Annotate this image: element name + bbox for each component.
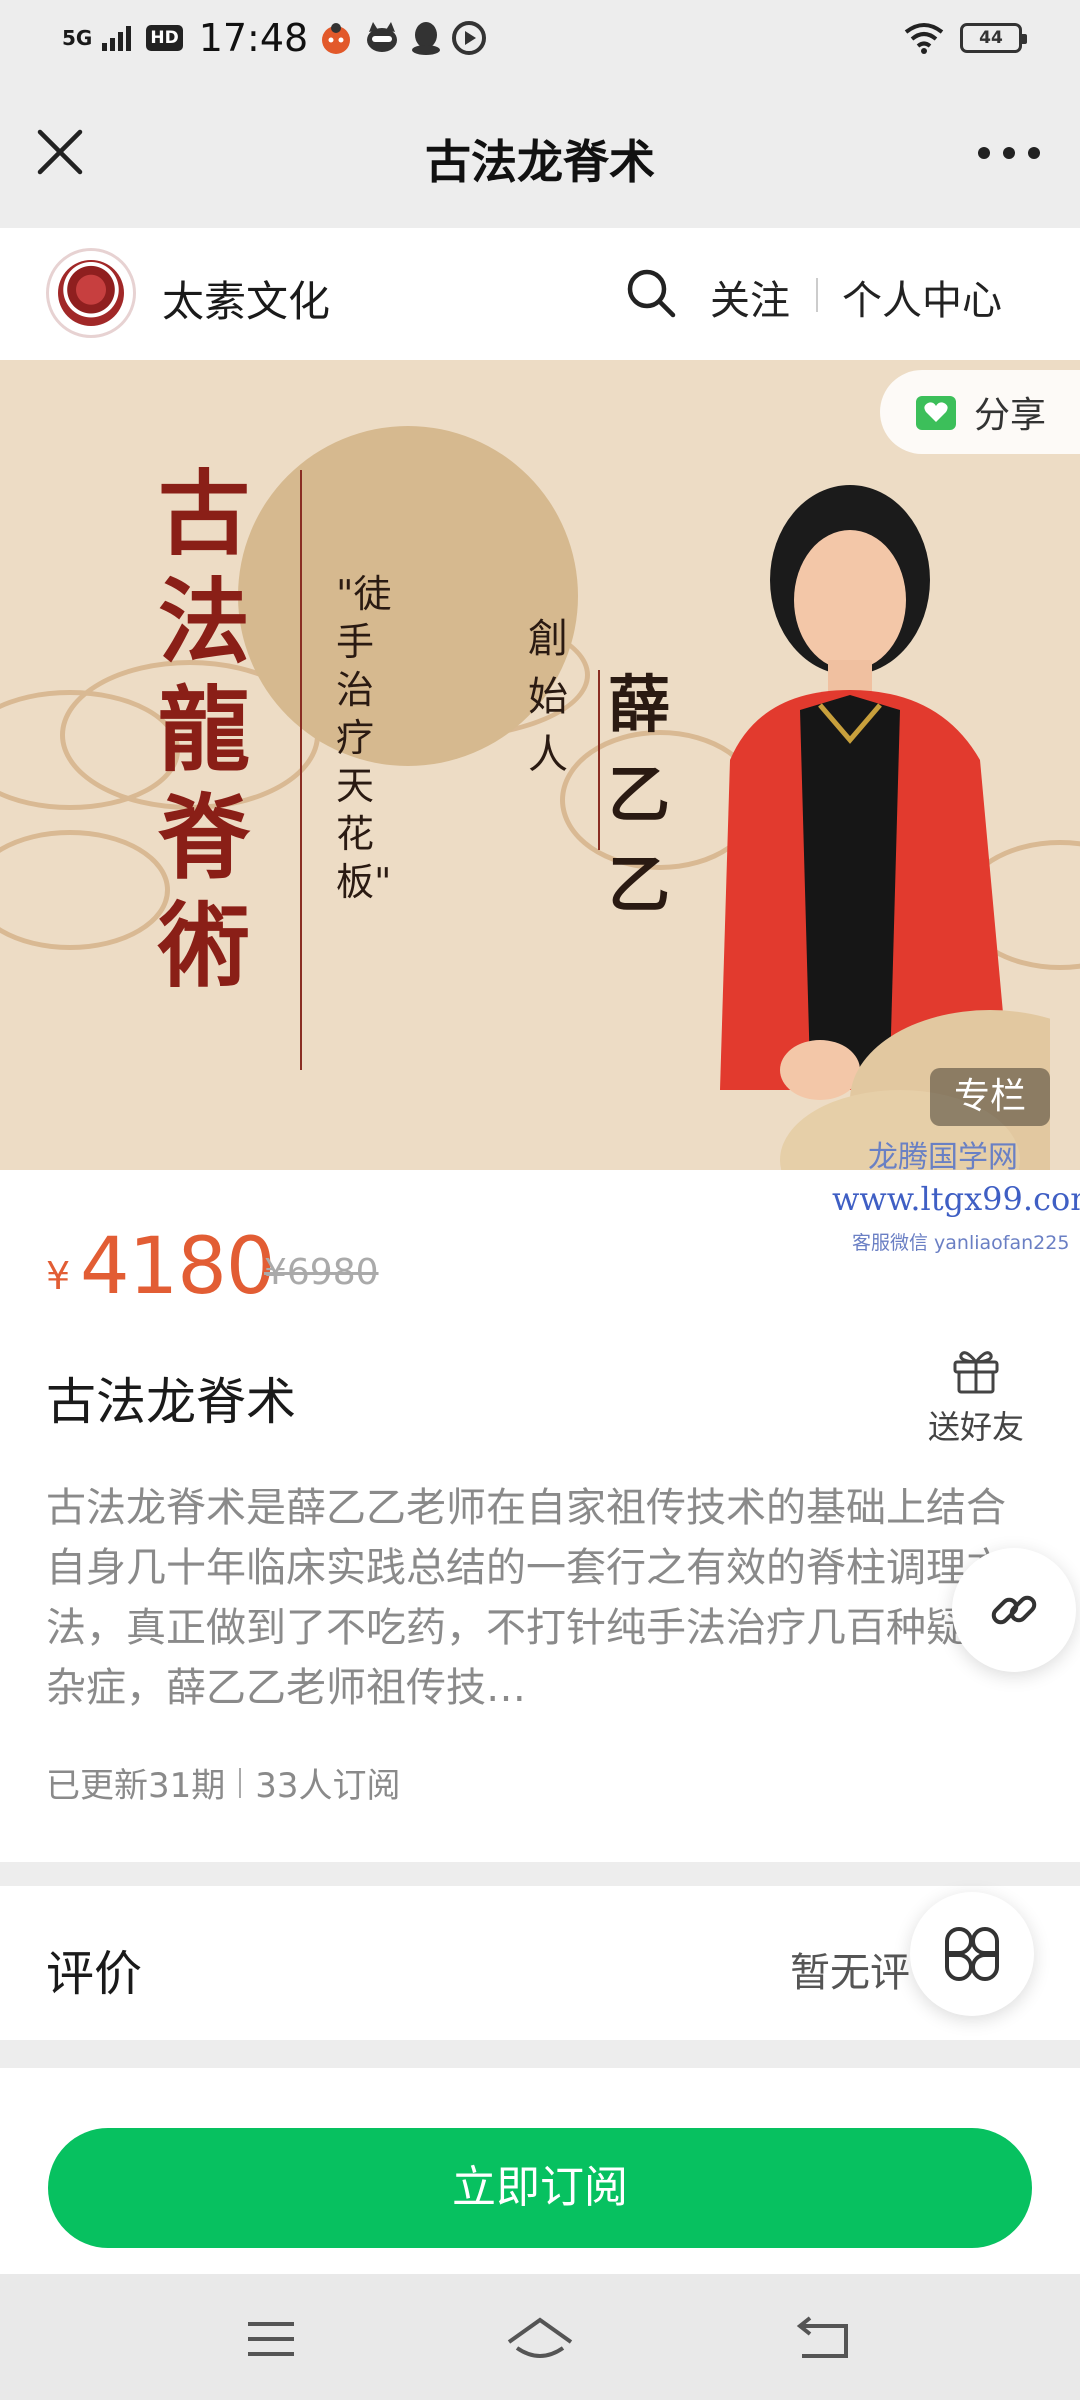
course-banner: 古法龍脊術 "徒手治疗天花板" 創始人 薛乙乙 分享 专栏 xyxy=(0,360,1080,1170)
video-app-icon xyxy=(452,21,487,55)
signal-icon xyxy=(102,26,132,51)
link-icon xyxy=(991,1595,1037,1625)
more-icon[interactable] xyxy=(974,140,1044,166)
subscribe-button[interactable]: 立即订阅 xyxy=(48,2128,1032,2248)
divider xyxy=(816,278,818,312)
page-title: 古法龙脊术 xyxy=(425,135,655,189)
review-title: 评价 xyxy=(46,1946,143,2002)
clock: 17:48 xyxy=(198,16,309,60)
cloud-decoration xyxy=(0,830,170,950)
product-title: 古法龙脊术 xyxy=(46,1373,296,1431)
shop-name[interactable]: 太素文化 xyxy=(162,268,330,329)
menu-grid-button[interactable] xyxy=(910,1892,1034,2016)
wifi-icon xyxy=(904,23,944,54)
grid-icon xyxy=(945,1927,999,1981)
product-description: 古法龙脊术是薛乙乙老师在自家祖传技术的基础上结合自身几十年临床实践总结的一套行之… xyxy=(46,1485,1006,1711)
nav-bar: 古法龙脊术 xyxy=(0,78,1080,228)
original-price: ¥6980 xyxy=(264,1252,379,1293)
shop-header: 太素文化 关注 个人中心 xyxy=(0,228,1080,360)
gift-label: 送好友 xyxy=(928,1408,1025,1446)
watermark-site-name: 龙腾国学网 xyxy=(868,1140,1018,1175)
product-meta: 已更新31期 33人订阅 xyxy=(46,1758,401,1807)
subscriber-count: 33人订阅 xyxy=(255,1766,401,1806)
column-badge: 专栏 xyxy=(930,1068,1050,1126)
cat-app-icon xyxy=(367,22,398,52)
subscribe-bar: 立即订阅 xyxy=(0,2068,1080,2274)
status-bar: 5G HD 17:48 44 xyxy=(0,0,1080,78)
currency-symbol: ¥ xyxy=(46,1254,71,1298)
review-empty-text: 暂无评 xyxy=(790,1950,910,1996)
watermark-url: www.ltgx99.com xyxy=(832,1180,1080,1218)
watermark-contact: 客服微信 yanliaofan225 xyxy=(852,1232,1070,1254)
system-navigation-bar xyxy=(0,2274,1080,2400)
personal-center-link[interactable]: 个人中心 xyxy=(842,268,1002,326)
banner-subtitle: "徒手治疗天花板" xyxy=(336,572,392,904)
banner-name: 薛乙乙 xyxy=(608,668,671,921)
banner-role: 創始人 xyxy=(528,616,568,778)
search-icon[interactable] xyxy=(624,266,678,320)
home-icon[interactable] xyxy=(505,2312,575,2366)
copy-link-button[interactable] xyxy=(952,1548,1076,1672)
divider xyxy=(598,670,600,850)
menu-icon[interactable] xyxy=(236,2312,306,2366)
banner-title: 古法龍脊術 xyxy=(158,460,251,1000)
instructor-photo xyxy=(720,485,1050,1170)
gift-to-friend-button[interactable]: 送好友 xyxy=(928,1346,1024,1448)
divider xyxy=(239,1767,242,1798)
moon-decoration xyxy=(238,426,578,766)
update-count: 已更新31期 xyxy=(46,1766,226,1806)
price: 4180 xyxy=(80,1222,276,1312)
qq-icon xyxy=(412,22,441,55)
follow-button[interactable]: 关注 xyxy=(710,268,790,326)
share-label: 分享 xyxy=(974,395,1047,436)
network-indicator: 5G xyxy=(62,26,93,50)
share-icon xyxy=(916,396,956,430)
divider xyxy=(300,470,302,1070)
battery-indicator: 44 xyxy=(960,23,1027,53)
app-notification-icon xyxy=(322,23,351,54)
gift-icon xyxy=(953,1351,999,1394)
share-button[interactable]: 分享 xyxy=(880,370,1080,454)
shop-logo[interactable] xyxy=(46,248,136,338)
back-icon[interactable] xyxy=(788,2312,858,2366)
hd-icon: HD xyxy=(146,25,183,51)
